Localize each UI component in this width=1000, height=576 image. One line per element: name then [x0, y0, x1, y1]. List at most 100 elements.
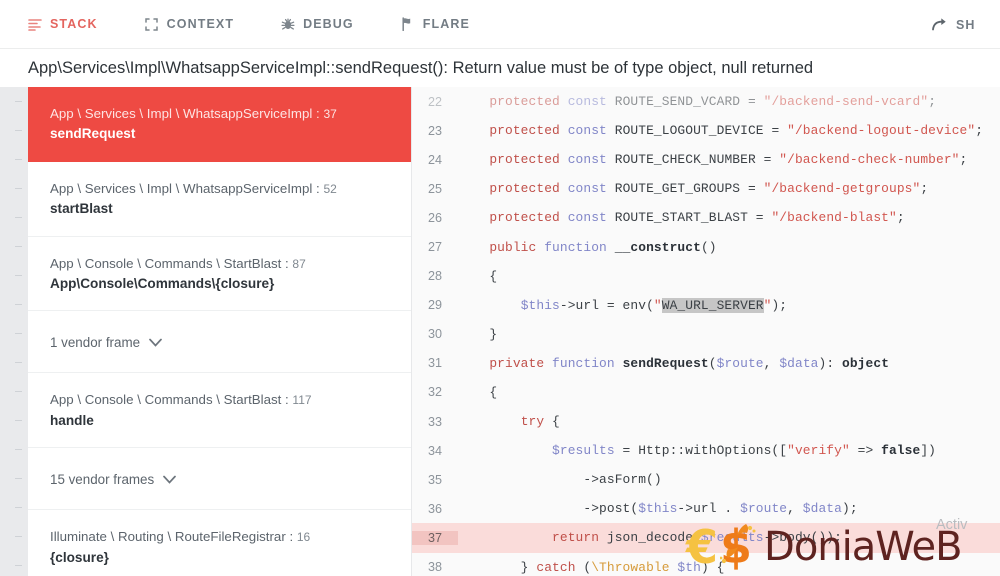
code-line-source: {: [458, 268, 498, 284]
code-line: 28 {: [412, 262, 1000, 291]
code-line-source: protected const ROUTE_GET_GROUPS = "/bac…: [489, 181, 929, 197]
share-button[interactable]: SH: [932, 0, 1000, 49]
code-line: 32 {: [412, 378, 1000, 407]
code-line-source: $this->url = env("WA_URL_SERVER");: [520, 297, 788, 313]
stack-frame[interactable]: App \ Console \ Commands \ StartBlast : …: [28, 237, 411, 312]
code-line-number: 23: [427, 123, 442, 138]
vendor-frames-toggle[interactable]: 1 vendor frame: [28, 311, 411, 374]
code-line: 24 protected const ROUTE_CHECK_NUMBER = …: [412, 145, 1000, 174]
code-line-error: 37 return json_decode($results->body());: [412, 523, 1000, 553]
stack-frame-selected[interactable]: App \ Services \ Impl \ WhatsappServiceI…: [28, 87, 411, 162]
code-line-number: 31: [427, 356, 442, 371]
code-line-number: 22: [427, 94, 442, 109]
code-line: 29 $this->url = env("WA_URL_SERVER");: [412, 291, 1000, 320]
stack-frame-line-number: 87: [292, 256, 306, 271]
code-line-number: 35: [427, 472, 442, 487]
stack-frame-class: App \ Services \ Impl \ WhatsappServiceI…: [50, 180, 337, 196]
minimap-tick: [15, 565, 22, 566]
ignition-error-page: STACK CONTEXT DEBUG FLARE SH App\Service…: [0, 0, 1000, 576]
stack-frame[interactable]: App \ Console \ Commands \ StartBlast : …: [28, 373, 411, 449]
code-line-number: 38: [427, 560, 442, 575]
code-line: 23 protected const ROUTE_LOGOUT_DEVICE =…: [412, 116, 1000, 145]
minimap-tick: [15, 478, 22, 479]
activation-line-1: Activ: [936, 517, 968, 533]
bug-icon: [280, 17, 295, 32]
code-line-source: } catch (\Throwable $th) {: [458, 559, 725, 575]
code-line: 26 protected const ROUTE_START_BLAST = "…: [412, 203, 1000, 232]
minimap-tick: [15, 507, 22, 508]
code-line-source: {: [458, 384, 498, 400]
code-line-number: 36: [427, 501, 442, 516]
tab-context-label: CONTEXT: [166, 17, 235, 31]
code-line-source: protected const ROUTE_SEND_VCARD = "/bac…: [489, 94, 937, 110]
chevron-down-icon: [163, 475, 177, 484]
code-line-source: protected const ROUTE_CHECK_NUMBER = "/b…: [489, 152, 968, 168]
stack-frame-line-number: 16: [296, 530, 311, 545]
minimap-tick: [15, 304, 22, 305]
minimap-tick: [15, 130, 22, 131]
list-icon: [27, 17, 42, 32]
code-line-source: private function sendRequest($route, $da…: [489, 355, 890, 371]
code-line-source: try {: [520, 414, 560, 430]
stack-frame-line-number: 37: [323, 107, 337, 121]
stack-frames-sidebar[interactable]: App \ Services \ Impl \ WhatsappServiceI…: [28, 87, 412, 576]
stack-frame-line-number: 52: [323, 181, 337, 196]
code-line-source: protected const ROUTE_LOGOUT_DEVICE = "/…: [489, 123, 984, 139]
minimap-tick: [15, 217, 22, 218]
code-line: 30 }: [412, 320, 1000, 349]
error-body: App \ Services \ Impl \ WhatsappServiceI…: [0, 87, 1000, 576]
stack-frame-class: Illuminate \ Routing \ RouteFileRegistra…: [50, 529, 311, 545]
code-line: 34 $results = Http::withOptions(["verify…: [412, 436, 1000, 465]
tab-context[interactable]: CONTEXT: [144, 0, 254, 49]
share-button-label: SH: [956, 17, 976, 32]
tab-debug-label: DEBUG: [303, 17, 354, 31]
stack-frame[interactable]: App \ Services \ Impl \ WhatsappServiceI…: [28, 162, 411, 237]
code-line: 33 try {: [412, 407, 1000, 436]
code-preview-panel[interactable]: 22 protected const ROUTE_SEND_VCARD = "/…: [412, 87, 1000, 576]
tab-stack[interactable]: STACK: [27, 0, 118, 49]
code-line-source: }: [458, 326, 498, 342]
tab-debug[interactable]: DEBUG: [280, 0, 374, 49]
code-line-source: ->asForm(): [458, 472, 662, 488]
stack-frame-method: startBlast: [50, 201, 113, 217]
vendor-frames-toggle[interactable]: 15 vendor frames: [28, 448, 411, 511]
code-line: 22 protected const ROUTE_SEND_VCARD = "/…: [412, 87, 1000, 116]
minimap-tick: [15, 275, 22, 276]
minimap-tick: [15, 101, 22, 102]
stack-frame-class: App \ Console \ Commands \ StartBlast : …: [50, 255, 306, 271]
code-line-source: protected const ROUTE_START_BLAST = "/ba…: [489, 210, 905, 226]
code-line-number: 33: [427, 414, 442, 429]
code-line: 27 public function __construct(): [412, 232, 1000, 261]
code-line-number: 26: [427, 210, 442, 225]
stack-frame-class: App \ Services \ Impl \ WhatsappServiceI…: [50, 106, 337, 121]
flag-icon: [400, 17, 415, 32]
tab-flare-label: FLARE: [422, 17, 470, 31]
code-line-number: 24: [427, 152, 442, 167]
code-line-source: return json_decode($results->body());: [552, 530, 842, 546]
os-activation-watermark: Activ: [936, 516, 998, 536]
tab-stack-label: STACK: [50, 17, 98, 31]
minimap-tick: [15, 159, 22, 160]
tab-flare[interactable]: FLARE: [400, 0, 490, 49]
stack-frame-method: handle: [50, 412, 94, 428]
minimap-tick: [15, 333, 22, 334]
code-line-number: 27: [427, 240, 442, 255]
stack-frame-class: App \ Console \ Commands \ StartBlast : …: [50, 392, 312, 408]
code-line-number: 37: [412, 530, 458, 545]
minimap-tick: [15, 536, 22, 537]
code-line-number: 29: [427, 298, 442, 313]
code-line: 36 ->post($this->url . $route, $data);: [412, 494, 1000, 523]
vendor-frames-label: 15 vendor frames: [50, 471, 155, 487]
scroll-minimap-gutter[interactable]: [0, 87, 28, 576]
code-line-number: 28: [427, 269, 442, 284]
minimap-tick: [15, 188, 22, 189]
stack-frame-method: {closure}: [50, 549, 109, 565]
minimap-tick: [15, 246, 22, 247]
nav-tab-list: STACK CONTEXT DEBUG FLARE: [0, 0, 516, 49]
minimap-tick: [15, 362, 22, 363]
stack-frame-method: App\Console\Commands\{closure}: [50, 275, 275, 291]
stack-frame[interactable]: Illuminate \ Routing \ RouteFileRegistra…: [28, 510, 411, 576]
code-line: 31 private function sendRequest($route, …: [412, 349, 1000, 378]
code-line-number: 25: [427, 181, 442, 196]
code-line-number: 34: [427, 443, 442, 458]
